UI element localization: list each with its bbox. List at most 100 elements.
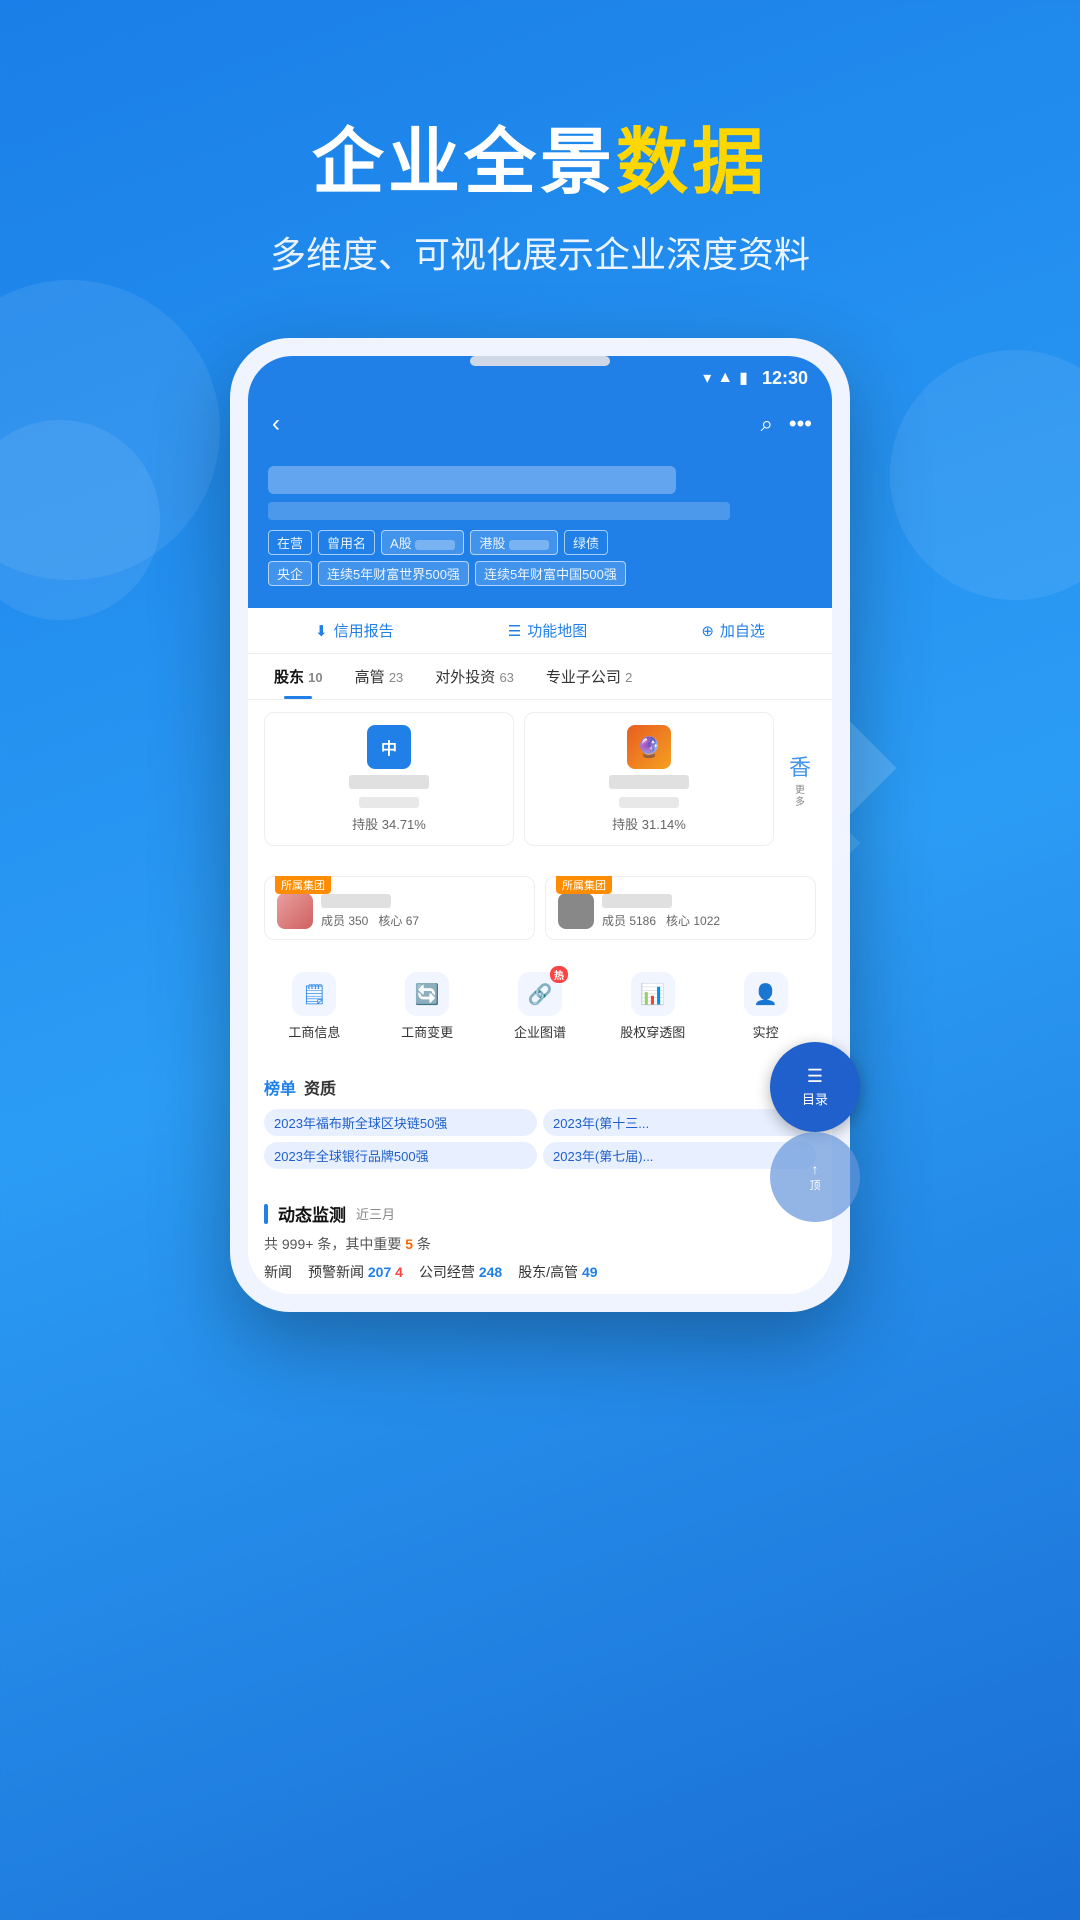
subsidiaries-count: 2 — [625, 670, 632, 685]
tag-green-bond[interactable]: 绿债 — [564, 530, 608, 555]
tab-executives[interactable]: 高管 23 — [339, 654, 420, 699]
dynamic-title: 动态监测 — [278, 1201, 346, 1226]
company-name-blurred — [268, 466, 676, 494]
top-icon: ↑ — [812, 1161, 819, 1177]
dynamic-news-label[interactable]: 新闻 — [264, 1262, 292, 1282]
float-menu-button[interactable]: ☰ 目录 — [770, 1042, 860, 1132]
group-card-2[interactable]: 所属集团 成员 5186 核心 1022 — [545, 876, 816, 940]
dynamic-bar — [264, 1204, 268, 1224]
groups-section: 所属集团 成员 350 核心 67 所属集团 — [248, 866, 832, 950]
group-badge-1: 所属集团 — [275, 876, 331, 894]
ranking-tag-2[interactable]: 2023年(第十三... — [543, 1109, 816, 1136]
hero-title: 企业全景数据 — [0, 120, 1080, 206]
tag-hk-share[interactable]: 港股 — [470, 530, 558, 555]
quick-menu: 🗒 工商信息 🔄 工商变更 🔗 热 企业图谱 📊 股权穿透图 — [248, 958, 832, 1055]
company-map-label: 企业图谱 — [514, 1022, 566, 1041]
back-button[interactable]: ‹ — [268, 406, 284, 442]
operation-count: 248 — [479, 1264, 502, 1280]
group-cards: 所属集团 成员 350 核心 67 所属集团 — [264, 876, 816, 940]
plus-icon: ⊕ — [701, 622, 714, 640]
group-badge-2: 所属集团 — [556, 876, 612, 894]
quick-item-equity[interactable]: 📊 股权穿透图 — [613, 972, 693, 1041]
status-icons: ▾ ▲ ▮ 12:30 — [703, 368, 808, 389]
wifi-icon: ▾ — [703, 368, 711, 388]
company-sub-blurred — [268, 502, 730, 520]
add-watchlist-btn[interactable]: ⊕ 加自选 — [701, 620, 765, 641]
status-time: 12:30 — [762, 368, 808, 389]
rankings-grid: 2023年福布斯全球区块链50强 2023年(第十三... 2023年全球银行品… — [264, 1109, 816, 1169]
credit-report-btn[interactable]: ⬇ 信用报告 — [315, 620, 394, 641]
phone-mockup: ▾ ▲ ▮ 12:30 ‹ ⌕ ••• 在营 曾 — [0, 338, 1080, 1312]
rankings-title-2: 资质 — [304, 1075, 336, 1099]
ranking-tag-1[interactable]: 2023年福布斯全球区块链50强 — [264, 1109, 537, 1136]
credit-report-label: 信用报告 — [334, 620, 394, 641]
shareholder-percent-1: 持股 34.71% — [352, 814, 426, 833]
dynamic-summary: 共 999+ 条，其中重要 5 条 — [264, 1234, 816, 1254]
quick-item-business-change[interactable]: 🔄 工商变更 — [387, 972, 467, 1041]
tag-fortune-china[interactable]: 连续5年财富中国500强 — [475, 561, 626, 586]
tag-fortune-world[interactable]: 连续5年财富世界500强 — [318, 561, 469, 586]
phone-notch — [470, 356, 610, 366]
group-logo-2 — [558, 893, 594, 929]
quick-item-control[interactable]: 👤 实控 — [726, 972, 806, 1041]
group-name-2 — [602, 894, 672, 908]
function-map-btn[interactable]: ☰ 功能地图 — [508, 620, 587, 641]
control-label: 实控 — [753, 1022, 779, 1041]
tab-subsidiaries[interactable]: 专业子公司 2 — [530, 654, 648, 699]
dynamic-header: 动态监测 近三月 — [264, 1201, 816, 1226]
list-icon: ☰ — [508, 622, 521, 640]
hero-title-part1: 企业全景 — [312, 123, 616, 203]
rankings-header: 榜单 资质 — [264, 1075, 816, 1099]
menu-icon: ☰ — [807, 1066, 823, 1087]
hero-subtitle: 多维度、可视化展示企业深度资料 — [0, 226, 1080, 278]
dynamic-section: 动态监测 近三月 共 999+ 条，其中重要 5 条 新闻 预警新闻 207 4… — [248, 1189, 832, 1294]
nav-actions: ⌕ ••• — [761, 411, 812, 437]
ranking-tag-3[interactable]: 2023年全球银行品牌500强 — [264, 1142, 537, 1169]
equity-icon: 📊 — [631, 972, 675, 1016]
shareholder-count: 49 — [582, 1264, 598, 1280]
business-info-icon: 🗒 — [292, 972, 336, 1016]
executives-count: 23 — [389, 670, 403, 685]
company-map-icon: 🔗 热 — [518, 972, 562, 1016]
float-top-button[interactable]: ↑ 顶 — [770, 1132, 860, 1222]
tag-former-name[interactable]: 曾用名 — [318, 530, 375, 555]
add-watchlist-label: 加自选 — [720, 620, 765, 641]
group-logo-1 — [277, 893, 313, 929]
top-nav: ‹ ⌕ ••• — [248, 396, 832, 458]
shareholder-name-2 — [609, 775, 689, 789]
warning-count-2: 4 — [395, 1264, 403, 1280]
tags-row-1: 在营 曾用名 A股 港股 绿债 — [268, 530, 812, 555]
action-row: ⬇ 信用报告 ☰ 功能地图 ⊕ 加自选 — [248, 608, 832, 654]
shareholder-cards: 中 持股 34.71% 🔮 持股 31.14% 香 — [264, 712, 816, 846]
control-icon: 👤 — [744, 972, 788, 1016]
shareholder-avatar-2: 🔮 — [627, 725, 671, 769]
quick-item-business-info[interactable]: 🗒 工商信息 — [274, 972, 354, 1041]
dynamic-items: 新闻 预警新闻 207 4 公司经营 248 股东/高管 49 — [264, 1262, 816, 1282]
search-icon[interactable]: ⌕ — [761, 411, 773, 437]
quick-item-company-map[interactable]: 🔗 热 企业图谱 — [500, 972, 580, 1041]
dynamic-period: 近三月 — [356, 1204, 395, 1223]
shareholder-card-1[interactable]: 中 持股 34.71% — [264, 712, 514, 846]
group-card-1[interactable]: 所属集团 成员 350 核心 67 — [264, 876, 535, 940]
business-change-icon: 🔄 — [405, 972, 449, 1016]
warning-count-1: 207 — [368, 1264, 391, 1280]
diamond-small — [790, 808, 861, 879]
company-header: 在营 曾用名 A股 港股 绿债 央企 连续5年财富世界500强 连续5年财富中国… — [248, 458, 832, 608]
shareholders-count: 10 — [308, 670, 322, 685]
tabs-row: 股东 10 高管 23 对外投资 63 专业子公司 2 — [248, 654, 832, 700]
tag-a-share[interactable]: A股 — [381, 530, 464, 555]
shareholder-card-2[interactable]: 🔮 持股 31.14% — [524, 712, 774, 846]
battery-icon: ▮ — [739, 368, 748, 388]
dynamic-shareholder-label: 股东/高管 49 — [518, 1262, 597, 1282]
dynamic-operation-label: 公司经营 248 — [419, 1262, 502, 1282]
more-icon[interactable]: ••• — [789, 411, 812, 437]
phone-outer: ▾ ▲ ▮ 12:30 ‹ ⌕ ••• 在营 曾 — [230, 338, 850, 1312]
tab-shareholders[interactable]: 股东 10 — [258, 654, 339, 699]
tag-operating[interactable]: 在营 — [268, 530, 312, 555]
investments-count: 63 — [499, 670, 513, 685]
shareholder-avatar-1: 中 — [367, 725, 411, 769]
tab-investments[interactable]: 对外投资 63 — [419, 654, 530, 699]
group-name-1 — [321, 894, 391, 908]
tag-central-enterprise[interactable]: 央企 — [268, 561, 312, 586]
hero-section: 企业全景数据 多维度、可视化展示企业深度资料 — [0, 0, 1080, 318]
